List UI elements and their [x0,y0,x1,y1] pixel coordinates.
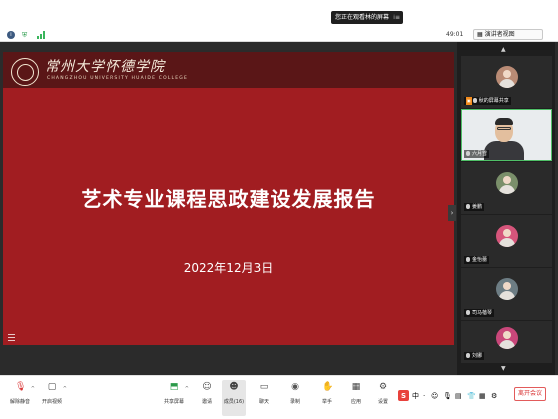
avatar [496,225,518,247]
info-icon[interactable]: i [7,31,15,39]
participant-tile[interactable]: ▣ 秋的屏幕共享 [461,56,552,108]
unmute-button[interactable]: 🎙 ^ 解除静音 [8,380,35,416]
mic-icon [466,310,470,315]
input-method-toolbar[interactable]: S 中 · ☺ 🎙 ▤ 👕 ▦ ⚙ [398,390,506,402]
chevron-up-icon[interactable]: ^ [31,386,35,392]
speaker-view-button[interactable]: ▦ 演讲者视图 [473,29,543,40]
viewing-banner-text: 您正在观看林的屏幕 [335,14,390,21]
participant-name: 刘娜 [472,353,483,359]
participant-name-label: 六月雪 [464,150,490,158]
start-video-label: 开启视频 [41,399,62,405]
participant-name-label: 金怡蕾 [464,256,490,264]
record-button[interactable]: ◉ 录制 [283,380,307,416]
avatar [496,66,518,88]
raise-hand-icon: ✋ [322,382,334,392]
slide-menu-icon[interactable] [8,334,16,341]
scroll-down-icon[interactable]: ▼ [501,365,506,372]
view-options-icon[interactable]: ⁞≡ [393,11,400,24]
participant-name: 司马蓓琴 [472,310,493,316]
meeting-timer: 49:01 [446,31,464,38]
participant-name: 姜鹏 [472,204,483,210]
slide-date: 2022年12月3日 [183,261,274,275]
mic-icon [466,353,470,358]
avatar [496,172,518,194]
college-seal-logo [11,58,39,86]
settings-label: 设置 [377,399,388,405]
ime-punctuation[interactable]: · [423,390,425,402]
participant-name-label: ▣ 秋的屏幕共享 [464,97,511,105]
viewing-screen-banner[interactable]: 您正在观看林的屏幕 ⁞≡ [331,11,403,24]
settings-icon: ⚙ [378,382,388,392]
scroll-up-icon[interactable]: ▲ [501,46,506,53]
leave-meeting-button[interactable]: 离开会议 [514,387,546,401]
notification-bar: 您正在观看林的屏幕 ⁞≡ [0,0,558,28]
chat-icon: ▭ [259,382,269,392]
participant-name: 金怡蕾 [472,257,488,263]
participant-panel: ▲ ▣ 秋的屏幕共享 六月雪 姜鹏 金怡蕾 司马蓓琴 刘娜 ▼ [457,42,555,375]
participant-name: 秋的屏幕共享 [478,98,509,104]
shield-icon[interactable]: ⛨ [22,31,30,39]
participant-tile[interactable]: 司马蓓琴 [461,268,552,320]
avatar [496,278,518,300]
participant-tile[interactable]: 姜鹏 [461,162,552,214]
college-name: 常州大学怀德学院 [45,59,165,75]
slide-title: 艺术专业课程思政建设发展报告 [81,187,376,211]
mic-icon [466,204,470,209]
share-screen-button[interactable]: ⬒ ^ 共享屏幕 [162,380,189,416]
participant-tile-active-video[interactable]: 六月雪 [461,109,552,161]
avatar [496,327,518,349]
mic-icon [466,257,470,262]
participant-name-label: 姜鹏 [464,203,485,211]
settings-button[interactable]: ⚙ 设置 [371,380,395,416]
start-video-button[interactable]: ▢ ^ 开启视频 [40,380,67,416]
participant-name: 六月雪 [472,151,488,157]
participant-tile[interactable]: 刘娜 [461,321,552,363]
voice-input-icon[interactable]: 🎙 [443,390,452,402]
ime-chinese-mode[interactable]: 中 [412,390,419,402]
collapse-panel-handle[interactable]: › [448,205,456,221]
emoji-icon[interactable]: ☺ [431,390,438,402]
camera-off-icon: ▢ [47,382,57,392]
share-badge-icon: ▣ [466,97,472,105]
skin-icon[interactable]: 👕 [467,390,476,402]
chevron-up-icon[interactable]: ^ [185,386,189,392]
toolbox-icon[interactable]: ▦ [479,390,486,402]
participant-name-label: 刘娜 [464,352,485,360]
mic-icon [472,98,477,103]
share-screen-icon: ⬒ [169,382,179,392]
mic-muted-icon: 🎙 [15,382,27,392]
participants-icon: ☻ [229,382,239,392]
meeting-info-bar: i ⛨ 49:01 ▦ 演讲者视图 [0,28,558,42]
record-icon: ◉ [291,382,299,392]
mic-icon [466,151,470,156]
slide-header: 常州大学怀德学院 CHANGZHOU UNIVERSITY HUAIDE COL… [3,52,454,88]
ime-settings-icon[interactable]: ⚙ [491,390,497,402]
invite-icon: ☺ [202,382,212,392]
keyboard-icon[interactable]: ▤ [455,390,462,402]
apps-icon: ▦ [351,382,361,392]
bottom-toolbar: 🎙 ^ 解除静音 ▢ ^ 开启视频 ⬒ ^ 共享屏幕 ☺ 邀请 ☻ 成员(16)… [0,375,558,419]
sogou-ime-logo[interactable]: S [398,390,409,401]
network-signal-icon[interactable] [37,31,45,39]
shared-slide: 常州大学怀德学院 CHANGZHOU UNIVERSITY HUAIDE COL… [3,52,454,345]
chevron-up-icon[interactable]: ^ [63,386,67,392]
participant-name-label: 司马蓓琴 [464,309,495,317]
participants-button[interactable]: ☻ 成员(16) [222,380,246,416]
participant-tile[interactable]: 金怡蕾 [461,215,552,267]
chat-button[interactable]: ▭ 聊天 [252,380,276,416]
college-english-name: CHANGZHOU UNIVERSITY HUAIDE COLLEGE [47,76,189,81]
